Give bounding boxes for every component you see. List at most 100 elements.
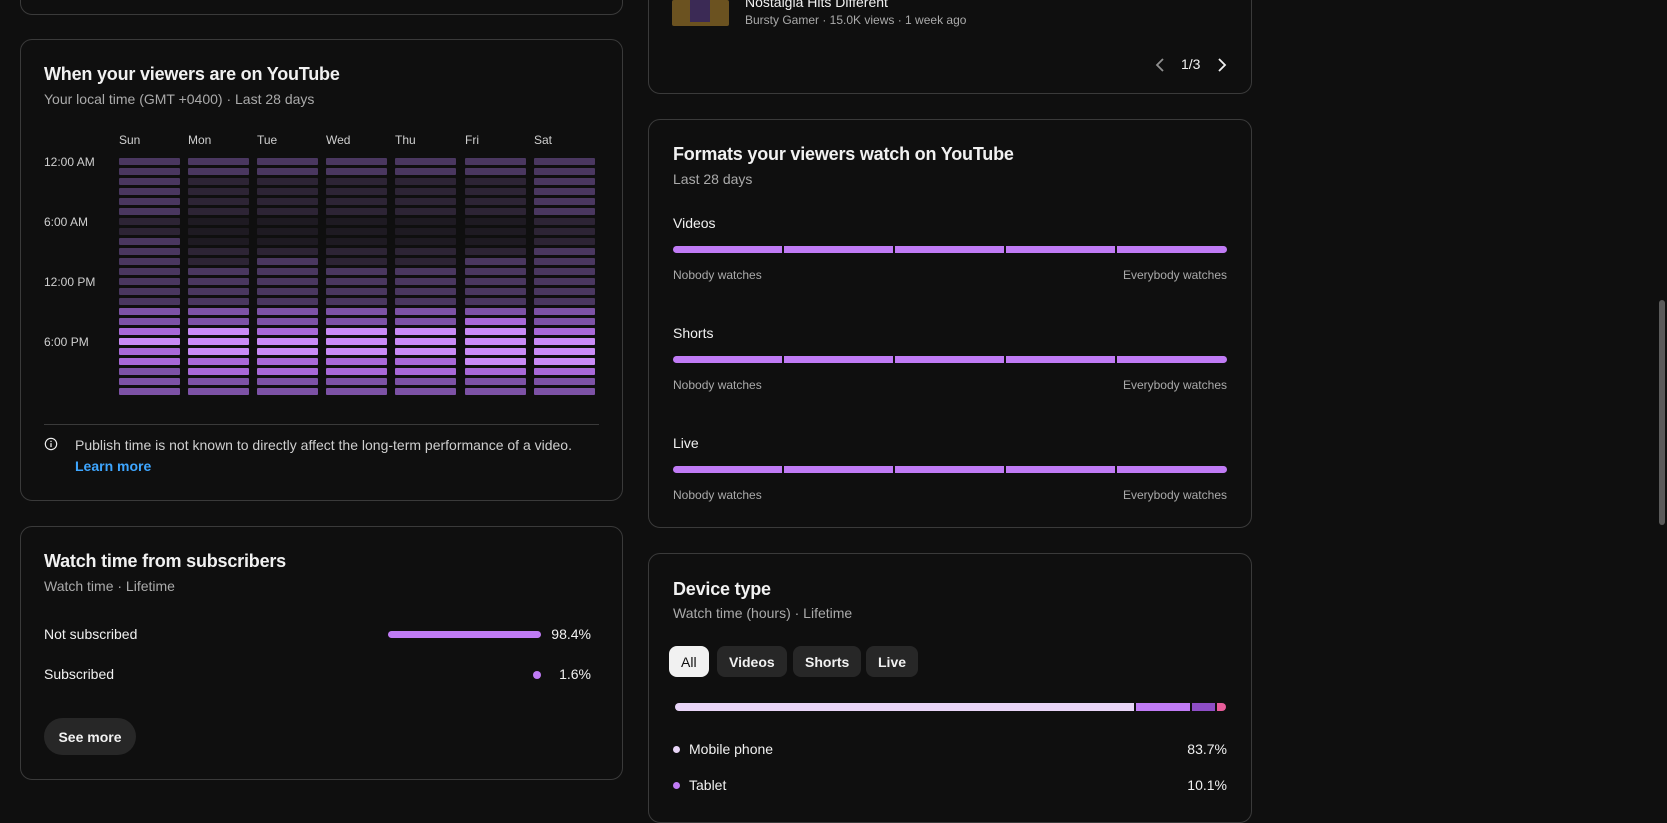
heatmap-cell (465, 168, 526, 175)
heatmap-cell (257, 338, 318, 345)
heatmap-cell (465, 208, 526, 215)
heatmap-cell (465, 378, 526, 385)
heatmap-cell (534, 388, 595, 395)
heatmap-cell (326, 198, 387, 205)
heatmap-cell (326, 168, 387, 175)
chip-all[interactable]: All (669, 646, 709, 677)
heatmap-cell (188, 308, 249, 315)
heatmap-cell (188, 348, 249, 355)
chip-live[interactable]: Live (866, 646, 919, 677)
heatmap-cell (257, 238, 318, 245)
see-more-button[interactable]: See more (44, 718, 136, 755)
heatmap-cell (326, 288, 387, 295)
chip-shorts[interactable]: Shorts (793, 646, 862, 677)
tablet-dot (673, 782, 680, 789)
chevron-right-icon[interactable] (1215, 57, 1229, 73)
heatmap-cell (188, 298, 249, 305)
heatmap-cell (188, 288, 249, 295)
heatmap-cell (119, 258, 180, 265)
format-label-shorts: Shorts (673, 325, 714, 341)
heatmap-cell (465, 198, 526, 205)
page-scrollbar-thumb[interactable] (1659, 300, 1665, 525)
heatmap-cell (395, 248, 456, 255)
heatmap-cell (326, 158, 387, 165)
heatmap-cell (326, 258, 387, 265)
heatmap-cell (188, 218, 249, 225)
format-bar-segment (1117, 246, 1227, 253)
chip-videos[interactable]: Videos (717, 646, 787, 677)
heatmap-cell (534, 248, 595, 255)
heatmap-cell (395, 178, 456, 185)
heatmap-cell (326, 228, 387, 235)
heatmap-cell (257, 218, 318, 225)
format-bar-live (673, 466, 1227, 473)
heatmap-cell (465, 278, 526, 285)
format-scale-min: Nobody watches (673, 488, 762, 502)
heatmap-cell (257, 348, 318, 355)
format-bar-segment (784, 356, 893, 363)
heatmap-cell (326, 298, 387, 305)
mobile-phone-value: 83.7% (1187, 741, 1227, 757)
heatmap-cell (534, 258, 595, 265)
heatmap-cell (395, 338, 456, 345)
heatmap-cell (188, 378, 249, 385)
video-thumbnail[interactable] (672, 0, 729, 26)
heatmap-cell (326, 318, 387, 325)
heatmap-cell (395, 288, 456, 295)
heatmap-cell (326, 358, 387, 365)
heatmap-cell (119, 288, 180, 295)
heatmap-cell (326, 338, 387, 345)
viewers-time-card (20, 39, 623, 501)
heatmap-cell (188, 338, 249, 345)
heatmap-cell (465, 358, 526, 365)
heatmap-cell (326, 378, 387, 385)
heatmap-cell (119, 188, 180, 195)
heatmap-cell (257, 228, 318, 235)
heatmap-cell (534, 238, 595, 245)
chevron-left-icon[interactable] (1153, 57, 1167, 73)
heatmap-cell (534, 318, 595, 325)
heatmap-cell (119, 308, 180, 315)
publish-time-note: Publish time is not known to directly af… (75, 437, 572, 453)
heatmap-cell (188, 168, 249, 175)
heatmap-cell (534, 268, 595, 275)
heatmap-cell (188, 208, 249, 215)
video-meta: Bursty Gamer · 15.0K views · 1 week ago (745, 13, 967, 27)
day-label: Thu (395, 133, 416, 147)
heatmap-cell (257, 198, 318, 205)
heatmap-cell (188, 318, 249, 325)
format-bar-segment (1006, 466, 1115, 473)
heatmap-cell (465, 248, 526, 255)
format-scale-max: Everybody watches (1122, 488, 1227, 502)
heatmap-cell (119, 348, 180, 355)
heatmap-cell (534, 228, 595, 235)
heatmap-cell (119, 218, 180, 225)
heatmap-cell (395, 208, 456, 215)
heatmap-cell (395, 278, 456, 285)
heatmap-cell (257, 378, 318, 385)
heatmap-cell (119, 368, 180, 375)
mobile-phone-dot (673, 746, 680, 753)
heatmap-cell (534, 308, 595, 315)
heatmap-cell (119, 238, 180, 245)
heatmap-cell (326, 368, 387, 375)
learn-more-link[interactable]: Learn more (75, 458, 151, 474)
heatmap-cell (257, 358, 318, 365)
heatmap-cell (119, 208, 180, 215)
format-scale-min: Nobody watches (673, 378, 762, 392)
video-title[interactable]: Nostalgia Hits Different (745, 0, 888, 10)
format-scale-max: Everybody watches (1122, 378, 1227, 392)
format-bar-segment (1006, 356, 1115, 363)
heatmap-cell (534, 378, 595, 385)
heatmap-cell (534, 178, 595, 185)
format-bar-shorts (673, 356, 1227, 363)
heatmap-cell (326, 188, 387, 195)
not-subscribed-value: 98.4% (551, 626, 591, 642)
heatmap-cell (465, 348, 526, 355)
heatmap-cell (395, 158, 456, 165)
day-label: Tue (257, 133, 278, 147)
heatmap-cell (465, 178, 526, 185)
heatmap-cell (257, 288, 318, 295)
viewers-time-title: When your viewers are on YouTube (44, 64, 340, 84)
heatmap-cell (257, 298, 318, 305)
